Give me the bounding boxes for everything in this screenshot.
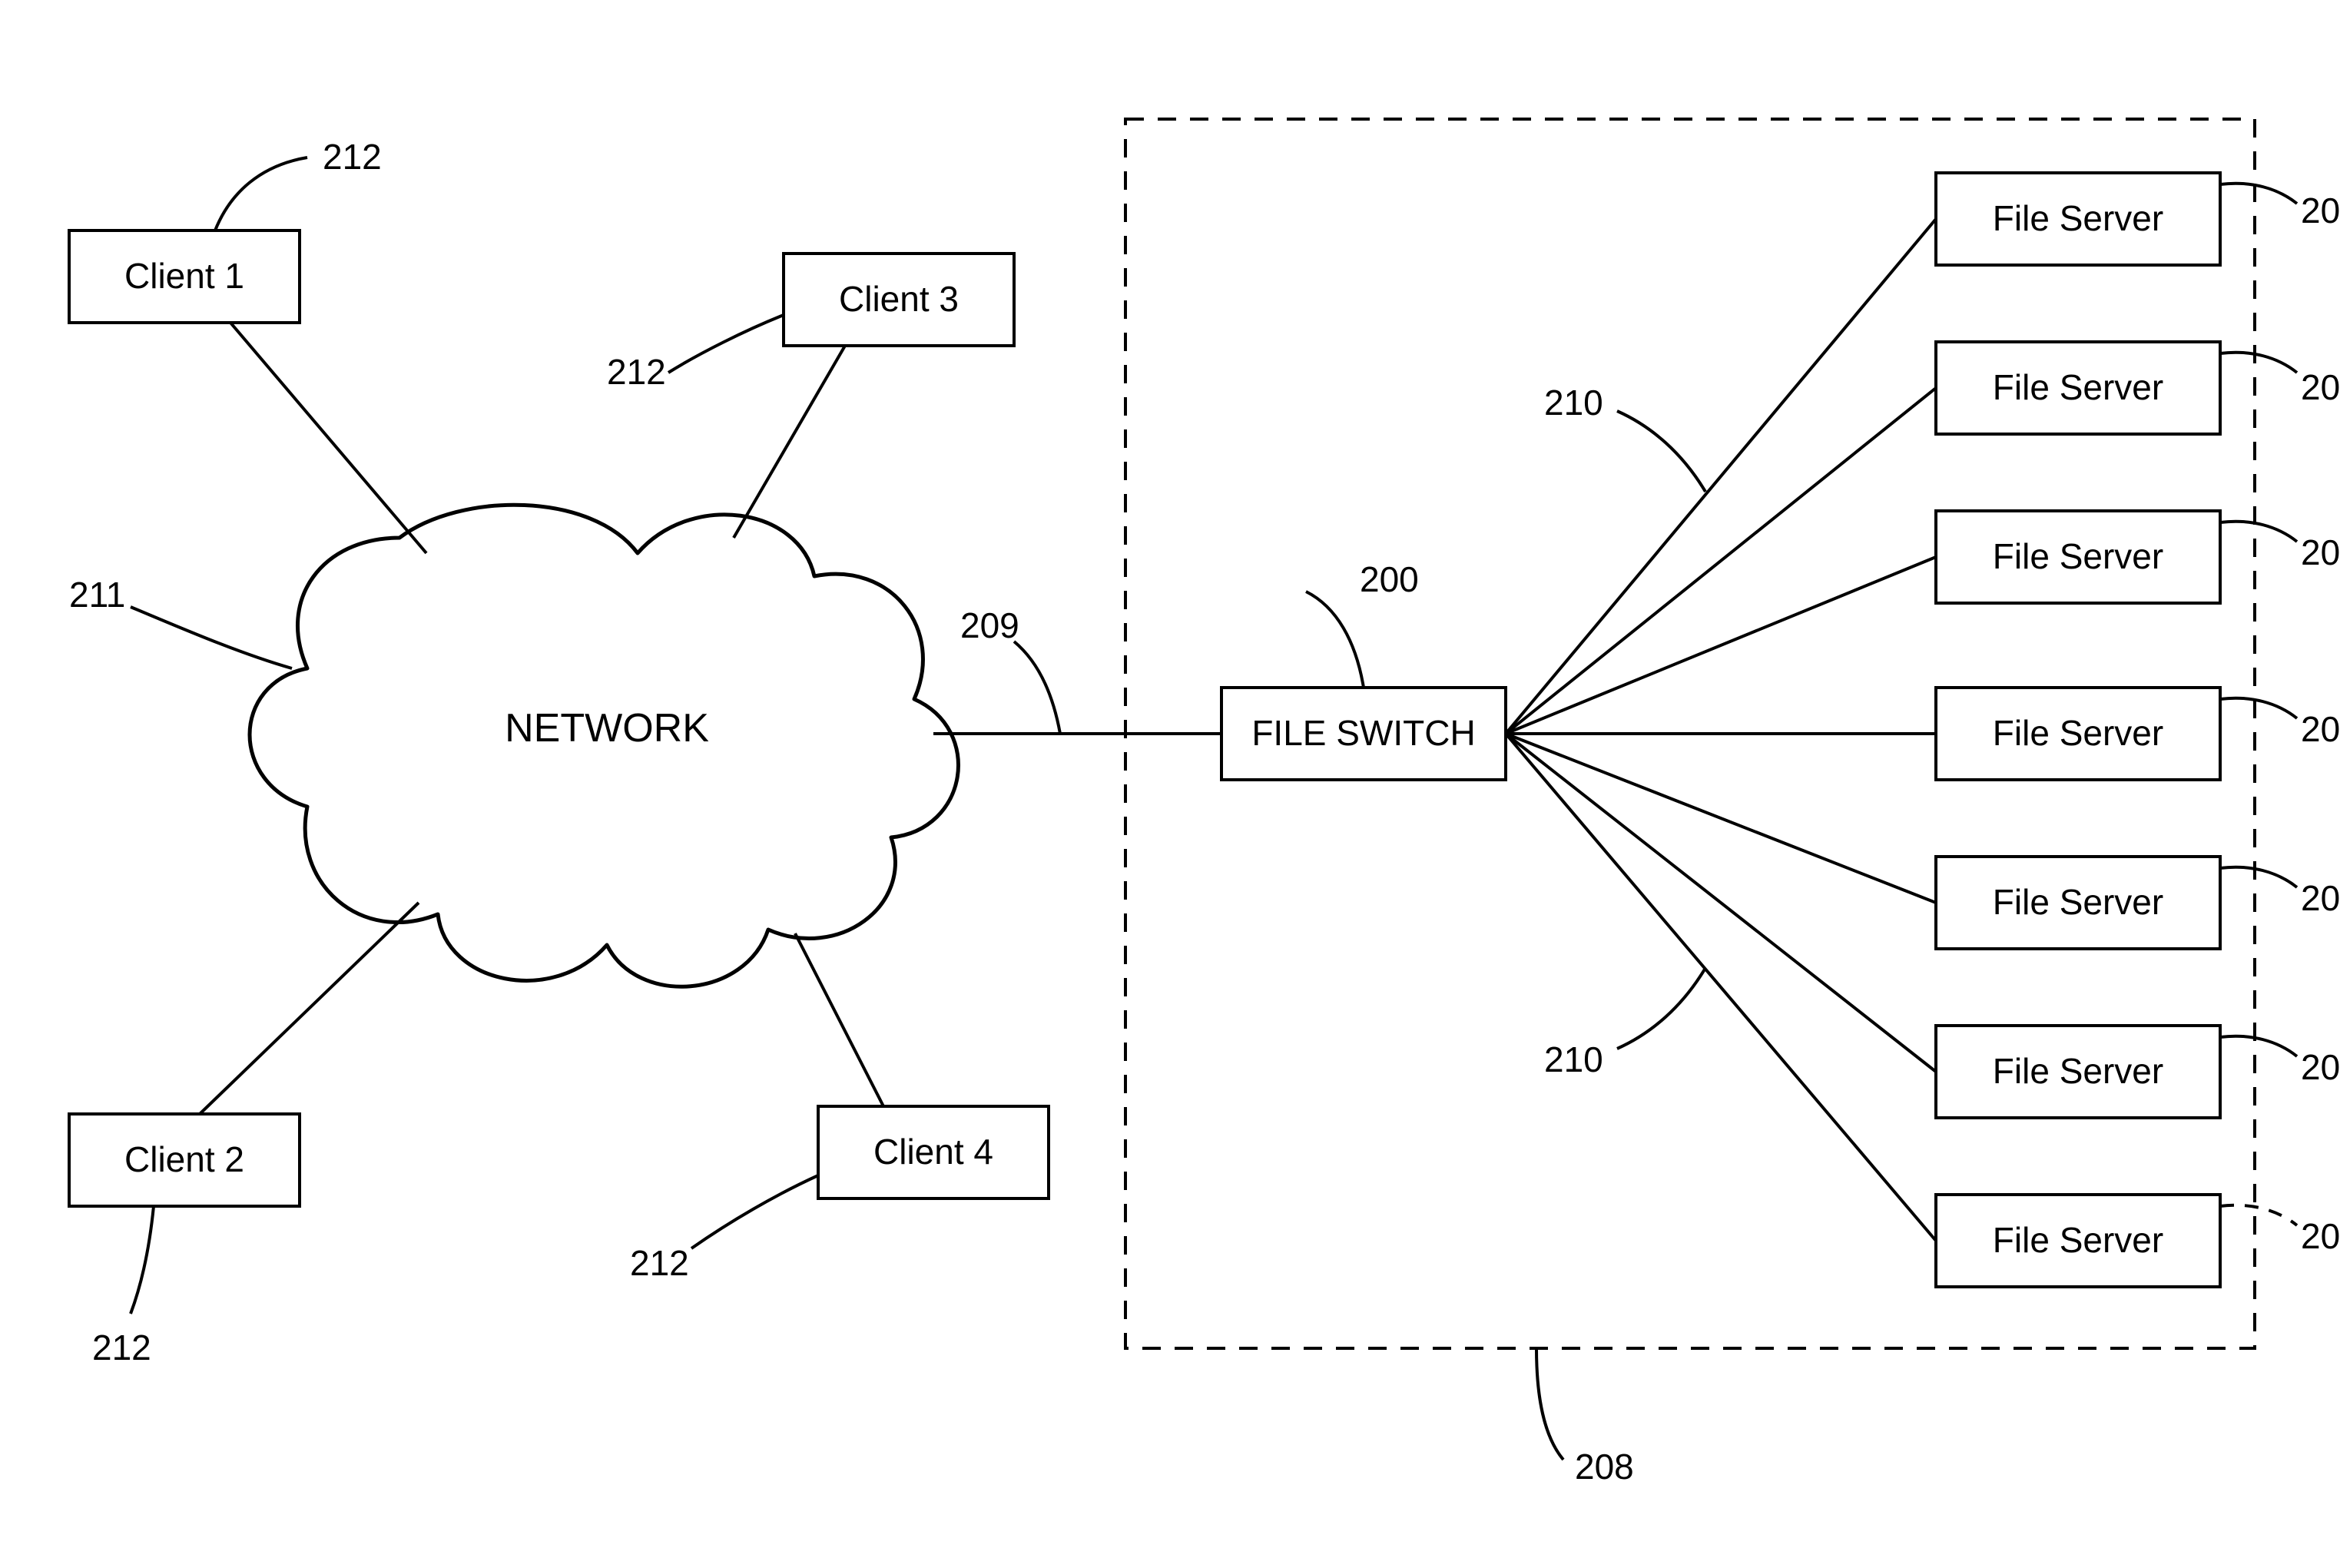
ref-205: 205 — [2301, 878, 2340, 918]
ref-212c: 212 — [607, 352, 666, 392]
file-switch: FILE SWITCH — [1221, 688, 1506, 780]
ref-206-hook — [2220, 1036, 2297, 1056]
ref-210a: 210 — [1544, 383, 1603, 423]
link-switch-fs7 — [1506, 734, 1936, 1241]
file-switch-label: FILE SWITCH — [1251, 713, 1475, 753]
client-4: Client 4 — [818, 1106, 1049, 1198]
link-switch-fs5 — [1506, 734, 1936, 903]
ref-208-hook — [1536, 1348, 1563, 1460]
ref-201-hook — [2220, 184, 2297, 204]
ref-210b-hook — [1617, 968, 1705, 1049]
ref-212c-hook — [668, 315, 784, 373]
ref-212b: 212 — [92, 1328, 151, 1367]
ref-210a-hook — [1617, 411, 1705, 492]
link-switch-fs2 — [1506, 388, 1936, 734]
file-server-5: File Server — [1936, 857, 2220, 949]
ref-212b-hook — [131, 1206, 154, 1314]
client-3: Client 3 — [784, 254, 1014, 346]
file-server-4-label: File Server — [1993, 713, 2163, 753]
ref-207-hook — [2220, 1205, 2297, 1225]
ref-211-hook — [131, 607, 292, 668]
client-1: Client 1 — [69, 230, 300, 323]
link-client2-cloud — [200, 903, 419, 1114]
ref-211: 211 — [69, 575, 125, 615]
ref-212a: 212 — [323, 137, 382, 177]
file-server-4: File Server — [1936, 688, 2220, 780]
file-server-3: File Server — [1936, 511, 2220, 603]
ref-212d: 212 — [630, 1243, 689, 1283]
network-label: NETWORK — [505, 706, 709, 751]
file-server-1: File Server — [1936, 173, 2220, 265]
link-client1-cloud — [230, 323, 426, 553]
ref-202-hook — [2220, 353, 2297, 373]
ref-207: 207 — [2301, 1216, 2340, 1256]
file-server-6: File Server — [1936, 1026, 2220, 1118]
ref-203-hook — [2220, 522, 2297, 542]
file-server-2: File Server — [1936, 342, 2220, 434]
client-2: Client 2 — [69, 1114, 300, 1206]
ref-204: 204 — [2301, 709, 2340, 749]
ref-204-hook — [2220, 698, 2297, 718]
file-server-3-label: File Server — [1993, 536, 2163, 576]
ref-203: 203 — [2301, 532, 2340, 572]
ref-208: 208 — [1575, 1447, 1634, 1487]
file-server-7: File Server — [1936, 1195, 2220, 1287]
ref-209-hook — [1014, 641, 1060, 734]
link-client3-cloud — [734, 346, 845, 538]
ref-206: 206 — [2301, 1047, 2340, 1087]
ref-210b: 210 — [1544, 1039, 1603, 1079]
ref-201: 201 — [2301, 191, 2340, 230]
ref-200: 200 — [1360, 559, 1419, 599]
ref-205-hook — [2220, 867, 2297, 887]
client-4-label: Client 4 — [873, 1132, 993, 1172]
client-2-label: Client 2 — [124, 1139, 244, 1179]
file-server-1-label: File Server — [1993, 198, 2163, 238]
diagram-canvas: NETWORK Client 1 Client 2 Client 3 Clien… — [0, 0, 2340, 1568]
link-switch-fs1 — [1506, 219, 1936, 734]
file-server-7-label: File Server — [1993, 1220, 2163, 1260]
client-3-label: Client 3 — [839, 279, 959, 319]
file-server-2-label: File Server — [1993, 367, 2163, 407]
file-server-5-label: File Server — [1993, 882, 2163, 922]
ref-209: 209 — [960, 605, 1019, 645]
ref-200-hook — [1306, 592, 1364, 688]
ref-212d-hook — [691, 1175, 818, 1248]
ref-202: 202 — [2301, 367, 2340, 407]
file-server-6-label: File Server — [1993, 1051, 2163, 1091]
link-switch-fs3 — [1506, 557, 1936, 734]
link-switch-fs6 — [1506, 734, 1936, 1072]
client-1-label: Client 1 — [124, 256, 244, 296]
ref-212a-hook — [215, 157, 307, 230]
link-client4-cloud — [795, 933, 883, 1106]
